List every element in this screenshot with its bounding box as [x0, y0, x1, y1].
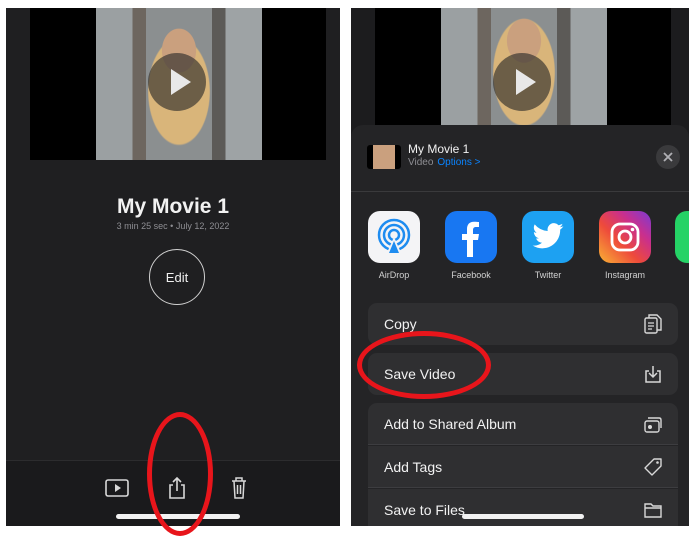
download-icon — [642, 363, 664, 385]
whatsapp-icon — [675, 211, 689, 263]
app-instagram[interactable]: Instagram — [597, 211, 653, 280]
app-whatsapp[interactable]: W — [673, 211, 689, 280]
save-to-files-action[interactable]: Save to Files — [368, 489, 678, 526]
share-title: My Movie 1 — [408, 142, 470, 156]
app-twitter[interactable]: Twitter — [520, 211, 576, 280]
instagram-icon — [599, 211, 651, 263]
play-icon[interactable] — [104, 475, 130, 501]
shared-album-icon — [642, 413, 664, 435]
facebook-icon — [445, 211, 497, 263]
movie-title: My Movie 1 — [116, 195, 230, 218]
action-label: Add to Shared Album — [384, 415, 517, 432]
action-label: Copy — [384, 316, 417, 332]
action-label: Add Tags — [384, 458, 443, 475]
twitter-icon — [522, 211, 574, 263]
play-icon — [493, 53, 551, 111]
app-label: Twitter — [534, 270, 562, 280]
app-label: W — [673, 270, 689, 280]
thumbnail-image — [373, 145, 395, 169]
add-tags-action[interactable]: Add Tags — [368, 446, 678, 488]
share-subtitle: Video Options > — [408, 157, 481, 168]
close-icon — [663, 152, 673, 162]
video-preview — [375, 8, 671, 125]
tag-icon — [642, 456, 664, 478]
options-link[interactable]: Options > — [437, 157, 480, 168]
share-type: Video — [408, 157, 434, 168]
trash-icon[interactable] — [226, 475, 252, 501]
share-screen: My Movie 1 Video Options > AirDrop Faceb… — [351, 8, 689, 526]
play-icon[interactable] — [148, 53, 206, 111]
copy-icon — [642, 313, 664, 335]
app-label: AirDrop — [378, 270, 410, 280]
folder-icon — [642, 499, 664, 521]
app-airdrop[interactable]: AirDrop — [366, 211, 422, 280]
highlight-circle-save-video — [357, 331, 491, 399]
close-button[interactable] — [656, 145, 680, 169]
share-sheet-header: My Movie 1 Video Options > — [351, 125, 689, 192]
video-preview[interactable] — [30, 8, 326, 160]
app-label: Instagram — [604, 270, 646, 280]
video-thumbnail — [367, 145, 401, 169]
airdrop-icon — [368, 211, 420, 263]
share-sheet: My Movie 1 Video Options > AirDrop Faceb… — [351, 125, 689, 526]
home-indicator — [462, 514, 584, 519]
app-facebook[interactable]: Facebook — [443, 211, 499, 280]
app-label: Facebook — [451, 270, 491, 280]
highlight-circle-share — [147, 412, 213, 536]
edit-button[interactable]: Edit — [149, 249, 205, 305]
add-to-shared-album-action[interactable]: Add to Shared Album — [368, 403, 678, 445]
movie-meta: 3 min 25 sec • July 12, 2022 — [116, 221, 230, 231]
